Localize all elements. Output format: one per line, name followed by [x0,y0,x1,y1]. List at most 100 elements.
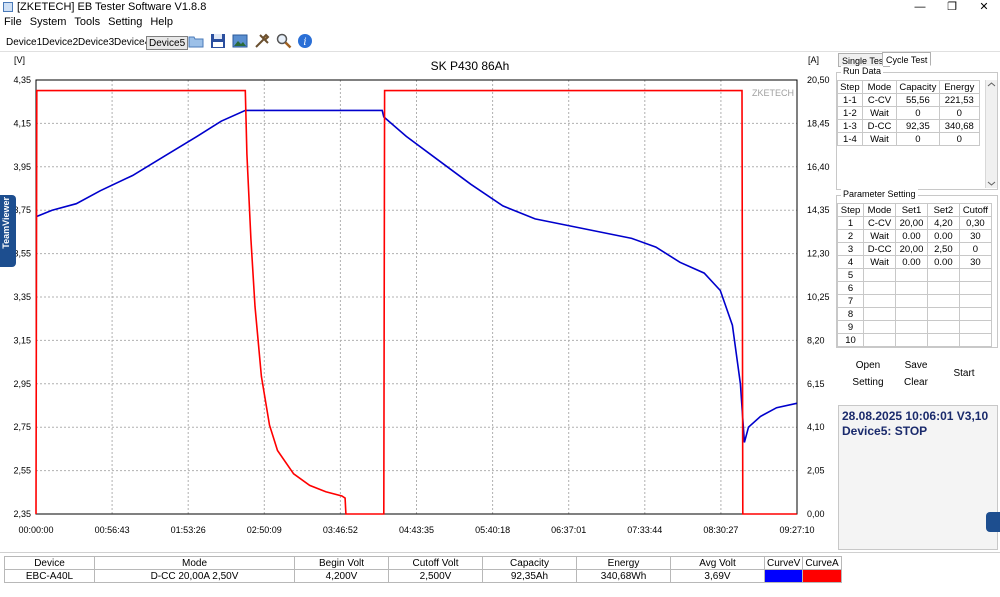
x-tick-label: 05:40:18 [475,525,510,535]
summary-value: D-CC 20,00A 2,50V [94,569,295,583]
folder-icon[interactable] [188,33,204,49]
parameter-row[interactable]: 9 [836,320,993,334]
x-tick-label: 06:37:01 [551,525,586,535]
setting-button[interactable]: Setting [848,375,888,391]
parameter-cell: 0.00 [895,229,928,243]
run-data-cell: 0 [896,132,940,146]
y-left-tick-label: 2,95 [13,379,31,389]
summary-value: 2,500V [388,569,483,583]
parameter-row[interactable]: 3 D-CC 20,00 2,50 0 [836,242,993,256]
y-right-tick-label: 14,35 [807,205,830,215]
open-button[interactable]: Open [848,358,888,374]
parameter-cell: 20,00 [895,242,928,256]
parameter-cell [895,320,928,334]
run-data-cell: 221,53 [938,93,981,107]
menu-setting[interactable]: Setting [104,14,146,30]
run-data-row[interactable]: 1-4 Wait 0 0 [837,132,981,146]
device-tab-2[interactable]: Device2 [40,36,80,50]
device-tab-1[interactable]: Device1 [4,36,44,50]
parameter-row[interactable]: 6 [836,281,993,295]
summary-bar: Device Mode Begin Volt Cutoff Volt Capacity E… [0,552,1000,597]
chart-title: SK P430 86Ah [431,59,510,73]
status-datetime-voltage: 28.08.2025 10:06:01 V3,10 [842,409,989,423]
parameter-cell [863,294,897,308]
parameter-setting-group: Parameter Setting Step Mode Set1 Set2 Cutoff… [836,189,998,348]
run-data-table: Step Mode Capacity Energy 1-1 C-CV 55,56 221,53… [837,80,981,146]
y-left-unit: [V] [14,55,25,65]
run-data-row[interactable]: 1-3 D-CC 92,35 340,68 [837,119,981,133]
menu-help[interactable]: Help [146,14,177,30]
device-tab-3[interactable]: Device3 [76,36,116,50]
summary-header: Energy [576,556,671,570]
menu-system[interactable]: System [26,14,71,30]
menu-tools[interactable]: Tools [70,14,104,30]
save-button[interactable]: Save [896,358,936,374]
start-button[interactable]: Start [944,366,984,382]
parameter-cell [895,281,928,295]
parameter-cell: 10 [836,333,865,347]
parameter-header: Set2 [926,203,960,217]
close-button[interactable]: ✕ [969,0,999,14]
parameter-cell [958,268,993,282]
image-icon[interactable] [232,33,248,49]
info-icon[interactable]: i [297,33,313,49]
run-data-scrollbar[interactable] [985,80,997,188]
save-icon[interactable] [210,33,226,49]
run-data-cell: 340,68 [938,119,981,133]
run-data-cell: 0 [896,106,940,120]
restore-button[interactable]: ❐ [937,0,967,14]
parameter-row[interactable]: 4 Wait 0.00 0.00 30 [836,255,993,269]
run-data-header: Step [837,80,863,94]
tab-cycle-test[interactable]: Cycle Test [882,52,932,66]
x-tick-label: 04:43:35 [399,525,434,535]
parameter-setting-label: Parameter Setting [841,189,918,199]
run-data-cell: D-CC [861,119,898,133]
parameter-row[interactable]: 7 [836,294,993,308]
parameter-cell: 0.00 [926,255,960,269]
app-icon [3,2,13,12]
parameter-cell: 2,50 [926,242,960,256]
x-tick-label: 01:53:26 [171,525,206,535]
parameter-cell [895,268,928,282]
tools-icon[interactable] [254,33,270,49]
y-left-tick-label: 3,95 [13,162,31,172]
magnifier-icon[interactable] [276,33,292,49]
parameter-cell [958,320,993,334]
summary-table: Device Mode Begin Volt Cutoff Volt Capacity E… [4,556,842,583]
chart-series [35,89,797,515]
run-data-row[interactable]: 1-2 Wait 0 0 [837,106,981,120]
summary-value: 340,68Wh [576,569,671,583]
x-tick-label: 00:00:00 [18,525,53,535]
parameter-header: Cutoff [958,203,993,217]
minimize-button[interactable]: — [905,0,935,14]
y-right-tick-label: 10,25 [807,292,830,302]
parameter-row[interactable]: 8 [836,307,993,321]
teamviewer-tab[interactable]: TeamViewer [0,195,16,267]
run-data-header: Mode [861,80,898,94]
summary-header: Capacity [482,556,577,570]
y-right-tick-label: 16,40 [807,162,830,172]
parameter-row[interactable]: 10 [836,333,993,347]
run-data-row[interactable]: 1-1 C-CV 55,56 221,53 [837,93,981,107]
parameter-row[interactable]: 5 [836,268,993,282]
parameter-cell [958,281,993,295]
summary-header: Begin Volt [294,556,389,570]
summary-header: Device [4,556,95,570]
menu-file[interactable]: File [0,14,26,30]
clear-button[interactable]: Clear [896,375,936,391]
parameter-cell [895,333,928,347]
run-data-cell: 1-3 [837,119,863,133]
x-tick-label: 09:27:10 [779,525,814,535]
parameter-row[interactable]: 1 C-CV 20,00 4,20 0,30 [836,216,993,230]
side-dock-tab[interactable] [986,512,1000,532]
parameter-row[interactable]: 2 Wait 0.00 0.00 30 [836,229,993,243]
parameter-cell: 0 [958,242,993,256]
run-data-group: Run Data Step Mode Capacity Energy 1-1 C-CV 55… [836,66,998,190]
curve-v-swatch [763,569,804,583]
parameter-cell [863,281,897,295]
title-bar: [ZKETECH] EB Tester Software V1.8.8 — ❐ … [0,0,1000,14]
device-tab-5[interactable]: Device5 [146,36,189,50]
parameter-cell [895,294,928,308]
y-right-tick-label: 20,50 [807,75,830,85]
y-left-tick-label: 3,75 [13,205,31,215]
